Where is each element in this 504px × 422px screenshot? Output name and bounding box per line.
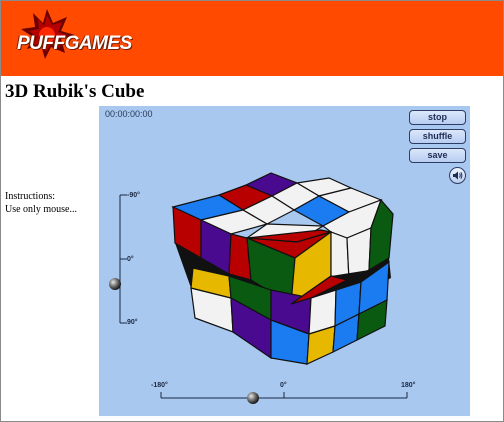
- brand-wordmark: PUFFGAMES: [17, 33, 132, 54]
- instructions-text: Use only mouse...: [5, 204, 77, 215]
- vslider-label-top: -90°: [127, 192, 140, 199]
- hslider-label-right: 180°: [401, 382, 416, 389]
- hslider-label-left: -180°: [151, 382, 168, 389]
- horizontal-rotation-slider[interactable]: -180° 0° 180°: [149, 382, 419, 416]
- stop-button[interactable]: stop: [409, 110, 466, 125]
- site-header: PUFFGAMES: [1, 1, 503, 76]
- puffgames-logo[interactable]: PUFFGAMES: [7, 7, 139, 61]
- page-title: 3D Rubik's Cube: [5, 81, 145, 102]
- hslider-thumb[interactable]: [246, 391, 260, 405]
- save-button[interactable]: save: [409, 148, 466, 163]
- instructions-heading: Instructions:: [5, 191, 55, 202]
- vslider-thumb[interactable]: [108, 277, 122, 291]
- game-timer: 00:00:00:00: [105, 109, 153, 119]
- speaker-icon[interactable]: [449, 167, 466, 184]
- vertical-rotation-slider[interactable]: -90° 0° 90°: [107, 190, 147, 330]
- vslider-label-mid: 0°: [127, 256, 134, 263]
- vslider-label-bottom: 90°: [127, 319, 138, 326]
- hslider-label-mid: 0°: [280, 382, 287, 389]
- rubiks-cube[interactable]: [171, 158, 401, 368]
- instructions-block: Instructions: Use only mouse...: [5, 190, 77, 216]
- shuffle-button[interactable]: shuffle: [409, 129, 466, 144]
- game-canvas[interactable]: 00:00:00:00 stop shuffle save -90° 0° 90…: [99, 106, 470, 416]
